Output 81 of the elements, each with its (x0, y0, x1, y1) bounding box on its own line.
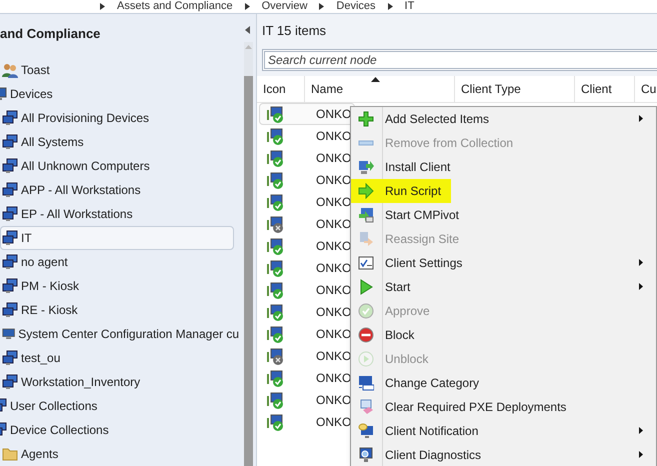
tree-item[interactable]: Device Collections (0, 418, 240, 442)
tree-item[interactable]: APP - All Workstations (0, 178, 240, 202)
plus-icon (358, 111, 374, 127)
table-cell-text: ONKO (315, 414, 352, 431)
table-cell-text: ONKO (315, 106, 352, 123)
tree-item[interactable]: no agent (0, 250, 240, 274)
computer-icon (2, 206, 18, 222)
tree-item[interactable]: Workstation_Inventory (0, 370, 240, 394)
tree-item[interactable]: Devices (0, 82, 240, 106)
computer-icon (2, 110, 18, 126)
tree-item[interactable]: Agents (0, 442, 240, 466)
eraser-icon (358, 399, 374, 415)
check-circle-icon (358, 303, 374, 319)
computer-icon (2, 254, 18, 270)
tree-item[interactable]: IT (0, 226, 234, 250)
computer-magnifier-icon (358, 447, 374, 463)
search-field[interactable]: Search current node (262, 49, 657, 71)
play-circle-icon (358, 351, 374, 367)
computer-icon (2, 374, 18, 390)
play-icon (358, 279, 374, 295)
computer-icon (2, 278, 18, 294)
breadcrumb-arrow-icon (244, 3, 250, 10)
scrollbar[interactable] (244, 42, 252, 466)
breadcrumb-arrow-icon (100, 3, 105, 10)
table-cell-text: ONKO (315, 282, 352, 299)
breadcrumb-link[interactable]: Overview (262, 1, 308, 12)
tree-item[interactable]: All Systems (0, 130, 240, 154)
tree-item[interactable]: test_ou (0, 346, 240, 370)
tree-item[interactable]: EP - All Workstations (0, 202, 240, 226)
computer-icon (2, 134, 18, 150)
breadcrumb-arrow-icon (319, 3, 324, 10)
table-cell-text: ONKO (315, 150, 352, 167)
collapse-icon[interactable] (245, 26, 251, 34)
breadcrumb-link[interactable]: IT (404, 1, 414, 12)
menu-item[interactable]: Client Diagnostics (351, 443, 656, 466)
table-cell-text: ONKO (315, 370, 352, 387)
panel-title: and Compliance (0, 25, 100, 43)
computer-icon (2, 302, 18, 318)
checkbox-window-icon (358, 255, 374, 271)
breadcrumb-arrow-icon (388, 3, 393, 10)
column-header[interactable]: Cu (635, 76, 657, 102)
computer-bubble-icon (358, 423, 374, 439)
tree-item[interactable]: PM - Kiosk (0, 274, 240, 298)
table-cell-text: ONKO (315, 238, 352, 255)
tree-item[interactable]: All Unknown Computers (0, 154, 240, 178)
tree-item[interactable]: System Center Configuration Manager cu (0, 322, 240, 346)
table-cell-text: ONKO (315, 392, 352, 409)
table-cell-text: ONKO (315, 172, 352, 189)
computer-icon (358, 375, 374, 391)
folder-icon (2, 446, 18, 462)
table-cell-text: ONKO (315, 304, 352, 321)
table-row[interactable]: ONKO (259, 103, 355, 125)
tree-item[interactable]: All Provisioning Devices (0, 106, 240, 130)
content-title: IT 15 items (262, 22, 328, 40)
table-cell-text: ONKO (315, 326, 352, 343)
breadcrumb-link[interactable]: Devices (336, 1, 376, 12)
table-cell-text: ONKO (315, 194, 352, 211)
arrow-icon (358, 183, 374, 199)
table-cell-text: ONKO (315, 348, 352, 365)
computer-arrow-icon (358, 207, 374, 223)
computer-arrow-icon (358, 231, 374, 247)
users-icon (2, 62, 18, 78)
computer-icon (2, 158, 18, 174)
column-header[interactable]: Name (305, 76, 455, 102)
computer-icon (2, 326, 16, 342)
computer-icon (2, 182, 18, 198)
table-cell-text: ONKO (315, 216, 352, 233)
tree-item[interactable]: RE - Kiosk (0, 298, 240, 322)
breadcrumb-link[interactable]: Assets and Compliance (117, 1, 233, 12)
block-icon (358, 327, 374, 343)
computer-icon (2, 350, 18, 366)
column-header[interactable]: Client (575, 76, 635, 102)
table-cell-text: ONKO (315, 260, 352, 277)
table-cell-text: ONKO (315, 128, 352, 145)
column-header[interactable]: Icon (257, 76, 305, 102)
tree-item[interactable]: Toast (0, 58, 240, 82)
tree-item[interactable]: User Collections (0, 394, 240, 418)
computer-icon (2, 230, 18, 246)
column-header[interactable]: Client Type (455, 76, 575, 102)
computer-arrow-icon (358, 159, 374, 175)
sort-arrow-icon (371, 77, 380, 82)
